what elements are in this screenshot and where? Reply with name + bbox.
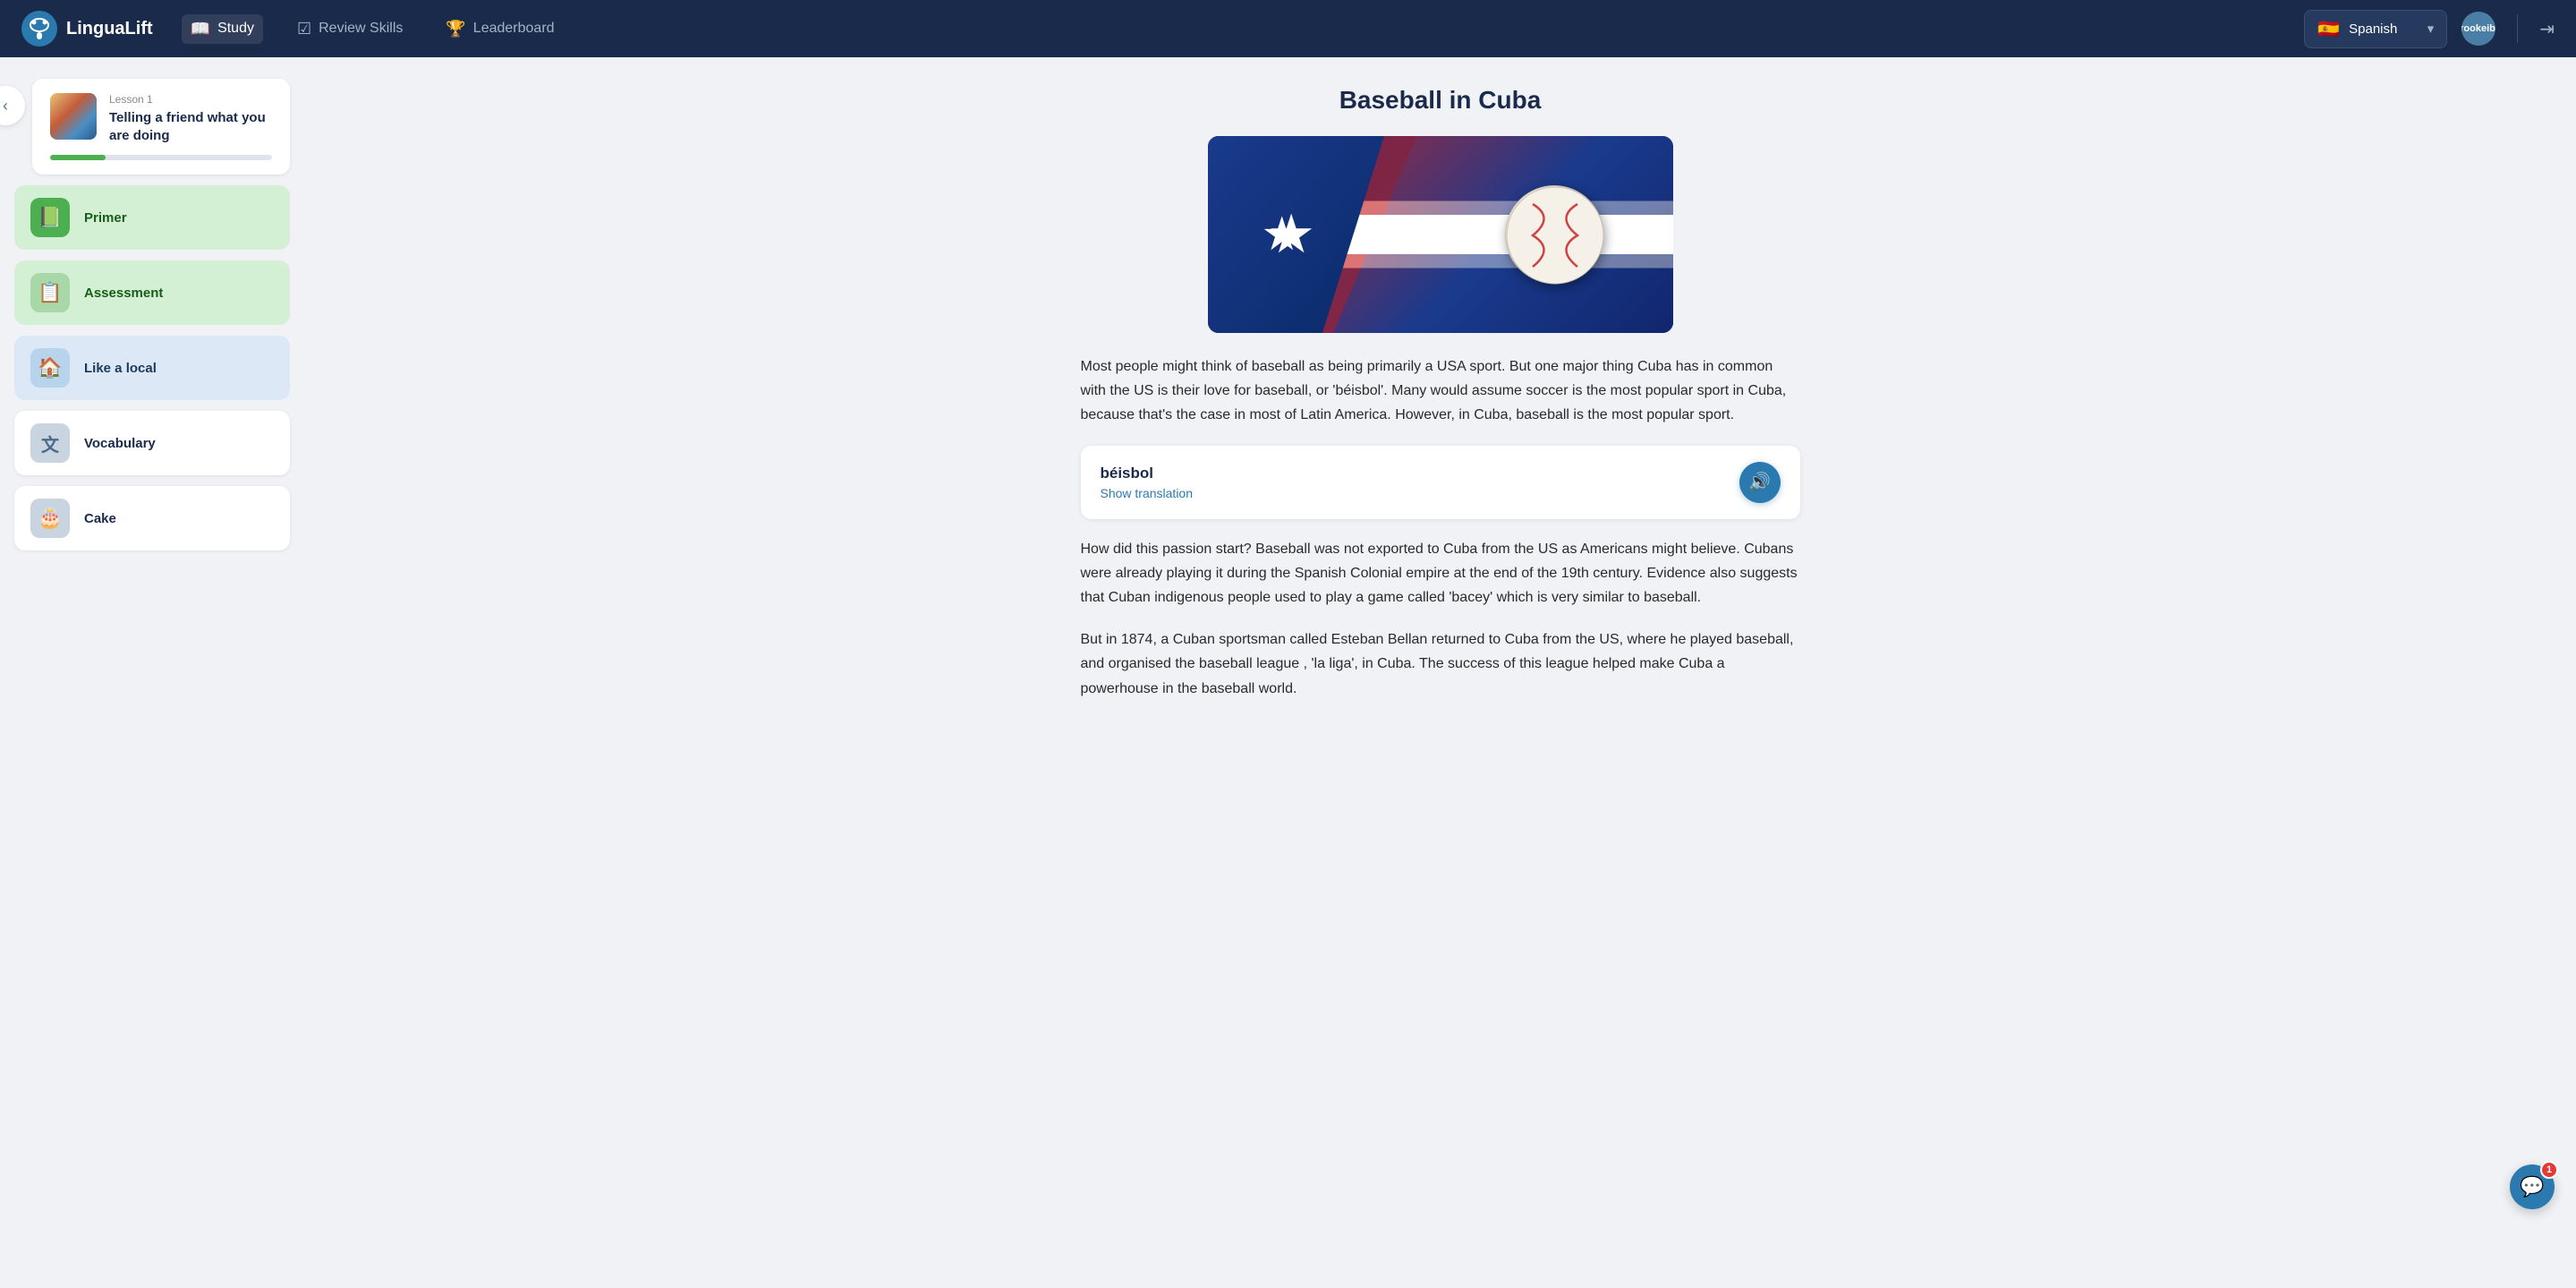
- lesson-progress-bar: [50, 155, 272, 160]
- language-selector[interactable]: 🇪🇸 Spanish ▾: [2304, 10, 2447, 48]
- lesson-header-card: Lesson 1 Telling a friend what you are d…: [32, 79, 290, 175]
- app-name: LinguaLift: [66, 19, 153, 39]
- sidebar: ‹: [0, 57, 304, 1231]
- cake-label: Cake: [84, 511, 116, 526]
- audio-button[interactable]: 🔊: [1739, 462, 1781, 503]
- vocab-word: béisbol: [1101, 465, 1194, 482]
- assessment-label: Assessment: [84, 286, 163, 301]
- baseball-ball: [1505, 185, 1603, 284]
- lesson-thumbnail: [50, 93, 97, 140]
- lesson-title: Telling a friend what you are doing: [109, 109, 272, 144]
- avatar[interactable]: brookeib...: [2461, 12, 2495, 46]
- username: brookeib...: [2461, 23, 2495, 34]
- baseball-scene: ★: [1208, 136, 1673, 333]
- sidebar-item-cake[interactable]: 🎂 Cake: [14, 486, 290, 550]
- navbar: LinguaLift 📖 Study ☑ Review Skills 🏆 Lea…: [0, 0, 2576, 57]
- lesson-progress-fill: [50, 155, 106, 160]
- article-paragraph-3: But in 1874, a Cuban sportsman called Es…: [1081, 627, 1800, 701]
- speaker-icon: 🔊: [1748, 471, 1771, 493]
- back-button[interactable]: ‹: [0, 86, 25, 125]
- vocabulary-label: Vocabulary: [84, 436, 156, 451]
- article-title: Baseball in Cuba: [1081, 86, 1800, 115]
- nav-divider: [2517, 14, 2518, 43]
- chevron-left-icon: ‹: [3, 97, 8, 115]
- chat-badge: 1: [2540, 1161, 2558, 1179]
- vocab-info: béisbol Show translation: [1101, 465, 1194, 500]
- sidebar-item-primer[interactable]: 📗 Primer: [14, 185, 290, 250]
- chat-widget[interactable]: 💬 1: [2510, 1164, 2555, 1209]
- like-a-local-icon: 🏠: [30, 348, 70, 388]
- chevron-down-icon: ▾: [2427, 21, 2435, 37]
- cake-icon: 🎂: [30, 499, 70, 538]
- vocab-card: béisbol Show translation 🔊: [1081, 446, 1800, 519]
- book-icon: 📖: [191, 20, 210, 38]
- nav-review-skills[interactable]: ☑ Review Skills: [288, 14, 412, 44]
- lesson-meta: Lesson 1 Telling a friend what you are d…: [109, 93, 272, 144]
- app-logo[interactable]: LinguaLift: [21, 11, 153, 47]
- language-name: Spanish: [2349, 21, 2397, 37]
- sidebar-item-like-a-local[interactable]: 🏠 Like a local: [14, 336, 290, 400]
- sidebar-item-assessment[interactable]: 📋 Assessment: [14, 260, 290, 325]
- primer-label: Primer: [84, 210, 127, 226]
- page-layout: ‹: [0, 57, 2576, 1231]
- check-icon: ☑: [297, 20, 311, 38]
- chat-icon: 💬: [2520, 1175, 2544, 1198]
- show-translation-link[interactable]: Show translation: [1101, 486, 1194, 500]
- vocabulary-icon: 文: [30, 423, 70, 463]
- flag-icon: 🇪🇸: [2317, 18, 2340, 40]
- article-paragraph-1: Most people might think of baseball as b…: [1081, 354, 1800, 428]
- trophy-icon: 🏆: [446, 20, 465, 38]
- logo-icon: [21, 11, 57, 47]
- main-content: Baseball in Cuba ★: [1038, 57, 1843, 1231]
- primer-icon: 📗: [30, 198, 70, 237]
- nav-leaderboard[interactable]: 🏆 Leaderboard: [437, 14, 563, 44]
- assessment-icon: 📋: [30, 273, 70, 312]
- logout-button[interactable]: ⇥: [2539, 18, 2555, 40]
- article-paragraph-2: How did this passion start? Baseball was…: [1081, 537, 1800, 610]
- nav-right: 🇪🇸 Spanish ▾ brookeib... ⇥: [2304, 10, 2555, 48]
- nav-links: 📖 Study ☑ Review Skills 🏆 Leaderboard: [182, 14, 2276, 44]
- sidebar-item-vocabulary[interactable]: 文 Vocabulary: [14, 411, 290, 475]
- article-image: ★: [1208, 136, 1673, 333]
- lesson-number: Lesson 1: [109, 93, 272, 106]
- nav-study[interactable]: 📖 Study: [182, 14, 263, 44]
- like-a-local-label: Like a local: [84, 361, 157, 376]
